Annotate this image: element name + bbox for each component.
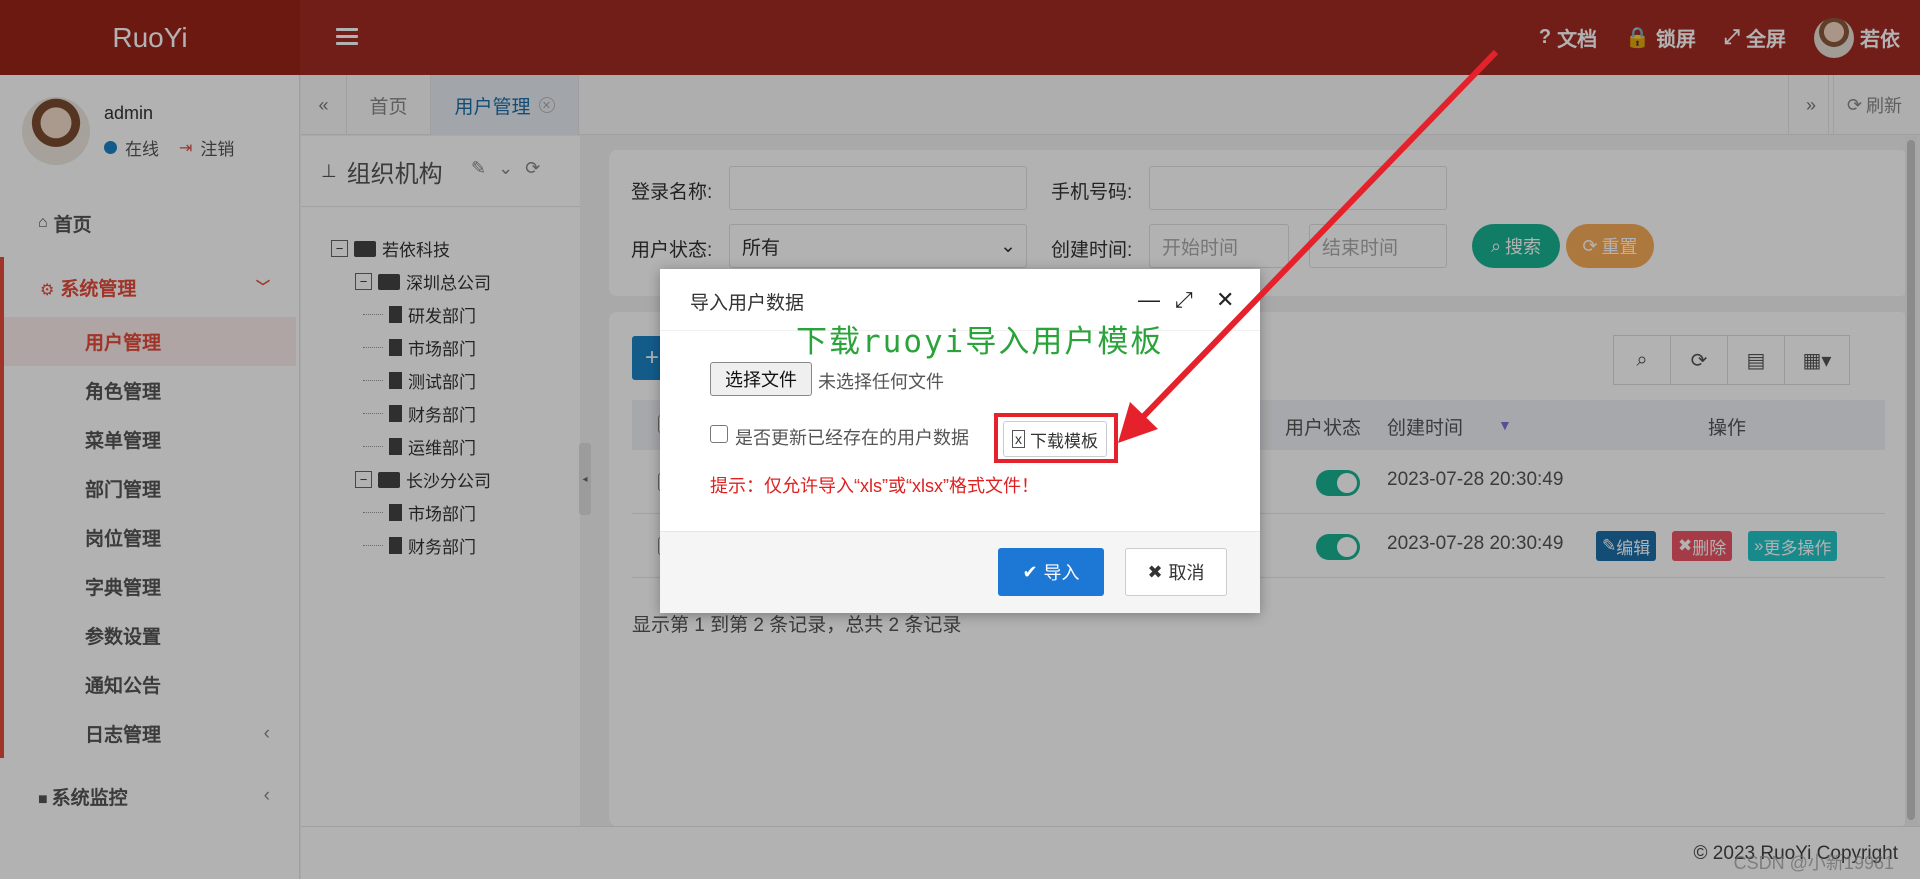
close-icon: ✖ [1147, 561, 1163, 582]
dialog-title: 导入用户数据 [690, 293, 805, 314]
update-existing-label[interactable]: 是否更新已经存在的用户数据 [735, 424, 969, 450]
import-label: 导入 [1043, 563, 1080, 583]
dialog-footer: ✔ 导入 ✖ 取消 [660, 531, 1260, 613]
update-existing-checkbox[interactable] [710, 425, 728, 443]
choose-file-button[interactable]: 选择文件 [710, 362, 812, 396]
cancel-button[interactable]: ✖ 取消 [1125, 548, 1227, 596]
no-file-label: 未选择任何文件 [818, 372, 944, 392]
maximize-icon[interactable]: ⤢ [1175, 287, 1193, 313]
close-icon[interactable]: ✕ [1216, 287, 1234, 313]
cancel-label: 取消 [1168, 563, 1205, 583]
annotation-highlight-box [994, 413, 1118, 463]
import-button[interactable]: ✔ 导入 [998, 548, 1104, 596]
hint-text: 提示：仅允许导入“xls”或“xlsx”格式文件！ [710, 476, 1039, 496]
check-icon: ✔ [1022, 561, 1038, 582]
annotation-text: 下载ruoyi导入用户模板 [796, 324, 1164, 360]
minimize-icon[interactable]: — [1138, 287, 1160, 313]
